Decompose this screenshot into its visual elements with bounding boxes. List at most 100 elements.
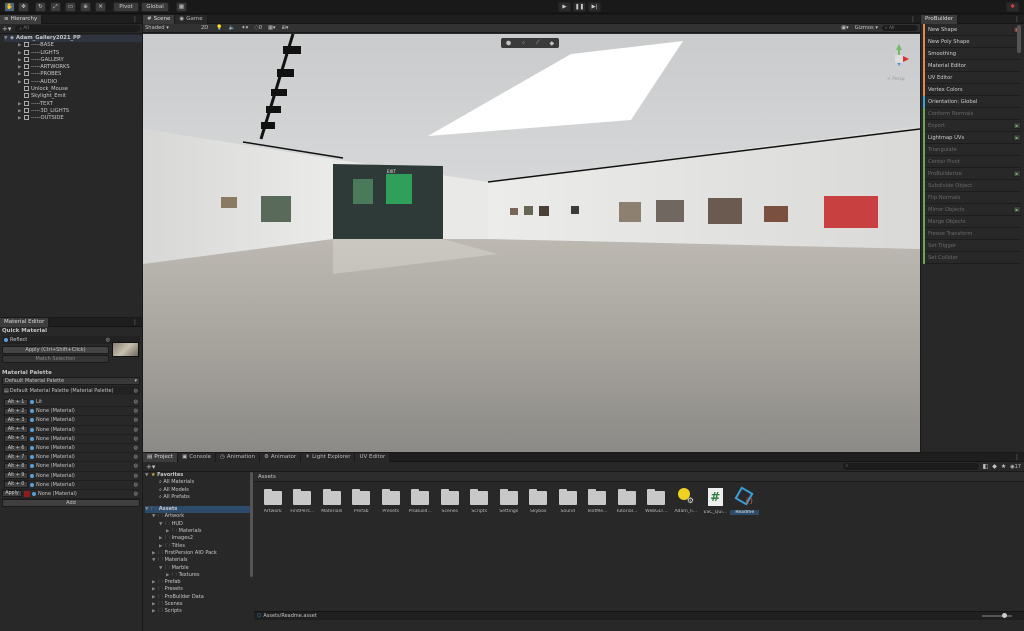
asset-tree-item[interactable]: ▶ 🗀 Scripts <box>145 608 250 615</box>
asset-item[interactable]: TextMe... <box>583 488 613 514</box>
object-picker-icon[interactable]: ◎ <box>134 491 138 497</box>
tab-light-explorer[interactable]: ☀ Light Explorer <box>301 452 356 462</box>
favorite-item[interactable]: ⌕ All Prefabs <box>145 494 250 501</box>
probuilder-action[interactable]: Center Pivot <box>923 155 1021 168</box>
apply-row-button[interactable]: Apply <box>2 490 22 498</box>
alt-shortcut-button[interactable]: Alt + 4 <box>4 426 28 434</box>
options-icon[interactable]: ▶ <box>1013 122 1021 129</box>
probuilder-action[interactable]: New Shape■ <box>923 23 1021 36</box>
palette-asset-field[interactable]: ▤ Default Material Palette (Material Pale… <box>2 386 140 395</box>
asset-tree-item[interactable]: ▶ 🗀 FirstPersion AIO Pack <box>145 550 250 557</box>
asset-item[interactable]: {} Readme <box>730 486 760 515</box>
create-asset-button[interactable]: +▾ <box>146 463 155 471</box>
hierarchy-item[interactable]: ▶ -----TEXT <box>18 100 142 108</box>
alt-shortcut-material[interactable]: None (Material) <box>36 482 75 488</box>
audio-toggle-icon[interactable]: 🔈 <box>229 25 235 31</box>
global-toggle[interactable]: Global <box>141 2 169 12</box>
asset-item[interactable]: Presets <box>376 488 406 514</box>
favorite-item[interactable]: ⌕ All Models <box>145 487 250 494</box>
hierarchy-item[interactable]: ▶ -----LIGHTS <box>18 49 142 57</box>
y-axis-cone[interactable] <box>896 44 902 50</box>
pivot-toggle[interactable]: Pivot <box>113 2 139 12</box>
tree-scrollbar[interactable] <box>250 472 253 577</box>
asset-item[interactable]: Skybox <box>524 488 554 514</box>
asset-tree-item[interactable]: ▶ 🗀 Scenes <box>145 601 250 608</box>
hierarchy-item[interactable]: ▶ -----BASE <box>18 42 142 49</box>
filter-label-icon[interactable]: ◆ <box>992 463 997 470</box>
probuilder-action[interactable]: Freeze Transform <box>923 227 1021 240</box>
tab-project[interactable]: ▤ Project <box>143 452 179 462</box>
tab-animator[interactable]: ⚙ Animator <box>259 452 302 462</box>
probuilder-action[interactable]: Vertex Colors <box>923 83 1021 96</box>
object-picker-icon[interactable]: ◎ <box>134 454 138 460</box>
object-picker-icon[interactable]: ◎ <box>134 399 138 405</box>
alt-shortcut-material[interactable]: None (Material) <box>36 463 75 469</box>
probuilder-action[interactable]: ProBuilderize ▶ <box>923 167 1021 180</box>
vertex-mode-icon[interactable]: ⁘ <box>521 40 526 47</box>
asset-tree-item[interactable]: ▶ 🗀 Presets <box>145 586 250 593</box>
tab-animation[interactable]: ◷ Animation <box>216 452 260 462</box>
panel-menu-icon[interactable]: ⋮ <box>910 16 916 23</box>
object-picker-icon[interactable]: ◎ <box>134 463 138 469</box>
scene-search-input[interactable]: ⌕ All <box>882 25 918 31</box>
effects-toggle-icon[interactable]: ✦▾ <box>241 25 248 31</box>
tab-probuilder[interactable]: ProBuilder <box>921 14 959 24</box>
asset-tree-item[interactable]: ▶ 🗀 Textures <box>145 572 250 579</box>
gizmos-dropdown[interactable]: Gizmos ▾ <box>855 25 878 31</box>
object-picker-icon[interactable]: ◎ <box>134 436 138 442</box>
probuilder-action[interactable]: Material Editor <box>923 59 1021 72</box>
grid-toggle-icon[interactable]: ▦▾ <box>268 25 276 31</box>
tab-material-editor[interactable]: Material Editor <box>0 317 50 327</box>
asset-tree-item[interactable]: ▼ 🗀 Marble <box>145 565 250 572</box>
add-object-button[interactable]: +▾ <box>2 25 11 33</box>
alt-shortcut-button[interactable]: Alt + 7 <box>4 453 28 461</box>
tab-scene[interactable]: # Scene <box>143 14 176 24</box>
object-picker-icon[interactable]: ◎ <box>134 388 138 394</box>
alt-shortcut-material[interactable]: None (Material) <box>36 408 75 414</box>
favorites-node[interactable]: ▼ ★ Favorites <box>145 472 250 479</box>
asset-item[interactable]: ProBuild... <box>406 488 436 514</box>
custom-tool-button[interactable]: ✕ <box>95 2 106 12</box>
asset-tree-item[interactable]: ▼ 🗀 HUD <box>145 521 250 528</box>
panel-menu-icon[interactable]: ⋮ <box>1014 454 1020 461</box>
scale-tool-button[interactable]: ⤢ <box>50 2 61 12</box>
probuilder-action[interactable]: UV Editor <box>923 71 1021 84</box>
step-button[interactable]: ▶| <box>588 2 601 12</box>
match-selection-button[interactable]: Match Selection <box>2 355 109 363</box>
probuilder-action[interactable]: Smoothing <box>923 47 1021 60</box>
object-picker-icon[interactable]: ◎ <box>106 337 110 343</box>
shading-mode-dropdown[interactable]: Shaded ▾ <box>145 25 197 31</box>
alt-shortcut-button[interactable]: Alt + 5 <box>4 435 28 443</box>
scene-viewport[interactable]: EXIT <box>143 34 920 452</box>
object-picker-icon[interactable]: ◎ <box>134 445 138 451</box>
alt-shortcut-material[interactable]: None (Material) <box>36 436 75 442</box>
perspective-label[interactable]: < Persp <box>887 77 905 82</box>
asset-item[interactable]: ⚙ Adam_li... <box>671 488 701 514</box>
hierarchy-root[interactable]: ▼ ◈ Adam_Gallery2021_PP <box>4 35 142 43</box>
asset-tree-item[interactable]: ▼ 🗀 Materials <box>145 557 250 564</box>
probuilder-action[interactable]: Subdivide Object <box>923 179 1021 192</box>
rotate-tool-button[interactable]: ↻ <box>35 2 46 12</box>
alt-shortcut-button[interactable]: Alt + 6 <box>4 444 28 452</box>
asset-tree-item[interactable]: ▶ 🗀 Materials <box>145 528 250 535</box>
asset-item[interactable]: Tutorial... <box>612 488 642 514</box>
hierarchy-item[interactable]: ▶ -----GALLERY <box>18 56 142 64</box>
apply-material-button[interactable]: Apply (Ctrl+Shift+Click) <box>2 346 109 354</box>
asset-item[interactable]: Scenes <box>435 488 465 514</box>
asset-item[interactable]: WebGLT... <box>642 488 672 514</box>
probuilder-action[interactable]: Merge Objects <box>923 215 1021 228</box>
hierarchy-item[interactable]: ▶ -----AUDIO <box>18 78 142 86</box>
options-icon[interactable]: ▶ <box>1013 134 1021 141</box>
breadcrumb-item[interactable]: Assets <box>258 474 276 480</box>
panel-menu-icon[interactable]: ⋮ <box>1014 16 1020 23</box>
probuilder-action[interactable]: Orientation: Global <box>923 95 1021 108</box>
alt-shortcut-material[interactable]: None (Material) <box>36 417 75 423</box>
tab-console[interactable]: ▣ Console <box>178 452 217 462</box>
object-picker-icon[interactable]: ◎ <box>134 482 138 488</box>
gizmo-center[interactable] <box>895 55 903 63</box>
options-icon[interactable]: ▶ <box>1013 206 1021 213</box>
tab-uv-editor[interactable]: UV Editor <box>355 452 391 462</box>
2d-toggle[interactable]: 2D <box>201 25 208 31</box>
alt-shortcut-material[interactable]: None (Material) <box>36 454 75 460</box>
probuilder-action[interactable]: Triangulate <box>923 143 1021 156</box>
